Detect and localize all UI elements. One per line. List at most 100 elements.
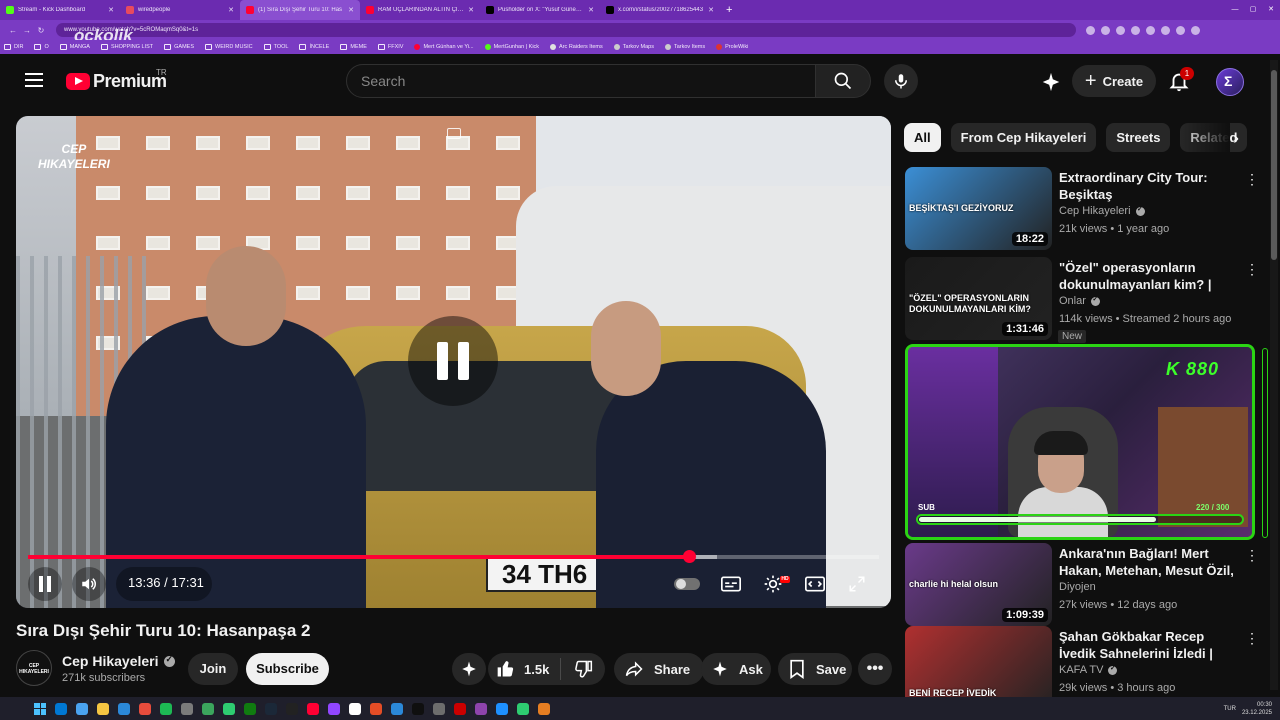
extension-icon[interactable] [1161, 25, 1170, 35]
filter-chip[interactable]: All [904, 123, 941, 152]
bookmark-item[interactable]: Mert Günhan ve Yi... [414, 44, 474, 50]
back-button[interactable]: ← [6, 26, 20, 35]
taskbar-app-icon[interactable] [97, 702, 109, 715]
video-player[interactable]: 34 TH6 CEP HIKAYELERI 13:36 / 17:31 HD [16, 116, 891, 608]
taskbar-app-icon[interactable] [265, 702, 277, 715]
bookmark-item[interactable]: MANGA [59, 44, 90, 50]
bookmark-item[interactable]: FFXIV [377, 44, 403, 50]
bookmark-item[interactable]: WEIRD MUSIC [205, 44, 253, 50]
menu-icon[interactable] [25, 73, 43, 87]
create-button[interactable]: + Create [1072, 65, 1156, 97]
extension-icon[interactable] [1131, 25, 1140, 35]
close-tab-icon[interactable]: ✕ [228, 6, 234, 14]
channel-name[interactable]: Diyojen [1059, 581, 1096, 593]
video-title[interactable]: Ankara'nın Bağları! Mert Hakan, Metehan,… [1059, 545, 1237, 579]
extension-icon[interactable] [1191, 25, 1200, 35]
browser-tab[interactable]: wiredpeople ✕ [120, 0, 240, 20]
progress-bar[interactable] [28, 550, 879, 563]
close-tab-icon[interactable]: ✕ [348, 6, 354, 14]
more-actions-button[interactable]: ••• [858, 653, 892, 685]
bookmark-item[interactable]: MertGunhan | Kick [484, 44, 539, 50]
taskbar-app-icon[interactable] [370, 702, 382, 715]
browser-tab[interactable]: RAM UÇLARINDAN ALTIN ÇIKARM ✕ [360, 0, 480, 20]
channel-name[interactable]: Cep Hikayeleri [1059, 205, 1145, 217]
volume-button[interactable] [72, 567, 106, 601]
ai-sparkle-icon[interactable] [1040, 71, 1062, 98]
subscribe-button[interactable]: Subscribe [246, 653, 329, 685]
close-tab-icon[interactable]: ✕ [708, 6, 714, 14]
pause-button[interactable] [28, 567, 62, 601]
close-tab-icon[interactable]: ✕ [108, 6, 114, 14]
filter-chip[interactable]: From Cep Hikayeleri [950, 123, 1097, 152]
voice-search-button[interactable] [884, 64, 918, 98]
taskbar-app-icon[interactable] [517, 702, 529, 715]
settings-button[interactable] [758, 567, 788, 601]
like-button[interactable]: 1.5k [488, 659, 560, 679]
more-vertical-icon[interactable]: ⋮ [1245, 171, 1259, 188]
more-vertical-icon[interactable]: ⋮ [1245, 261, 1259, 278]
taskbar-app-icon[interactable] [76, 702, 88, 715]
taskbar-app-icon[interactable] [223, 702, 235, 715]
video-thumbnail[interactable]: charlie hi helal olsun 1:09:39 [905, 543, 1052, 626]
youtube-premium-logo[interactable]: Premium TR [66, 68, 167, 92]
taskbar-app-icon[interactable] [244, 702, 256, 715]
taskbar-app-icon[interactable] [307, 702, 319, 715]
scrollbar-thumb[interactable] [1271, 70, 1277, 260]
miniplayer-icon[interactable] [447, 128, 461, 139]
share-button[interactable]: Share [614, 653, 704, 685]
bookmark-item[interactable]: SHOPPING LIST [100, 44, 153, 50]
taskbar-app-icon[interactable] [349, 702, 361, 715]
center-pause-icon[interactable] [408, 316, 498, 406]
taskbar-app-icon[interactable] [328, 702, 340, 715]
extension-icon[interactable] [1086, 25, 1095, 35]
channel-name[interactable]: Cep Hikayeleri [62, 653, 175, 669]
taskbar-app-icon[interactable] [496, 702, 508, 715]
search-input[interactable]: Search [346, 64, 816, 98]
ask-button[interactable]: Ask [701, 653, 771, 685]
taskbar-app-icon[interactable] [286, 702, 298, 715]
close-tab-icon[interactable]: ✕ [588, 6, 594, 14]
browser-tab[interactable]: x.com/i/status/20027718625443 ✕ [600, 0, 720, 20]
taskbar-app-icon[interactable] [454, 702, 466, 715]
recommended-video[interactable]: "ÖZEL" OPERASYONLARIN DOKUNULMAYANLARI K… [905, 257, 1265, 341]
taskbar-app-icon[interactable] [139, 702, 151, 715]
filter-chip[interactable]: Streets [1106, 123, 1171, 152]
channel-name[interactable]: KAFA TV [1059, 664, 1118, 676]
channel-name[interactable]: Onlar [1059, 295, 1100, 307]
close-tab-icon[interactable]: ✕ [468, 6, 474, 14]
close-window-button[interactable]: ✕ [1262, 0, 1280, 20]
channel-name-text[interactable]: Cep Hikayeleri [62, 653, 159, 669]
subtitles-button[interactable] [716, 567, 746, 601]
language-indicator[interactable]: TUR [1224, 706, 1236, 712]
bookmark-item[interactable]: O [34, 44, 49, 50]
more-vertical-icon[interactable]: ⋮ [1245, 547, 1259, 564]
minimize-button[interactable]: — [1226, 0, 1244, 20]
save-button[interactable]: Save [778, 653, 852, 685]
new-tab-button[interactable]: + [726, 4, 732, 16]
taskbar-app-icon[interactable] [55, 702, 67, 715]
browser-tab[interactable]: (1) Sıra Dışı Şehir Turu 10: Has ✕ [240, 0, 360, 20]
taskbar-app-icon[interactable] [433, 702, 445, 715]
theater-mode-button[interactable] [800, 567, 830, 601]
maximize-button[interactable]: ▢ [1244, 0, 1262, 20]
taskbar-app-icon[interactable] [475, 702, 487, 715]
recommended-video[interactable]: BEŞİKTAŞ'I GEZİYORUZ 18:22 Extraordinary C… [905, 167, 1265, 251]
join-button[interactable]: Join [188, 653, 238, 685]
bookmark-item[interactable]: DIR [4, 44, 23, 50]
notifications-button[interactable]: 1 [1168, 67, 1194, 97]
browser-tab[interactable]: Stream - Kick Dashboard ✕ [0, 0, 120, 20]
more-vertical-icon[interactable]: ⋮ [1245, 630, 1259, 647]
bookmark-item[interactable]: Arc Raiders Items [550, 44, 603, 50]
dislike-button[interactable] [561, 659, 605, 679]
bookmark-item[interactable]: Tarkov Items [664, 44, 705, 50]
fullscreen-button[interactable] [842, 567, 872, 601]
bookmark-item[interactable]: MEME [340, 44, 367, 50]
ai-sparkle-button[interactable] [452, 653, 486, 685]
video-title[interactable]: Şahan Gökbakar Recep İvedik Sahnelerini … [1059, 628, 1237, 662]
bookmark-item[interactable]: İNCELE [299, 44, 329, 50]
chip-next-button[interactable]: › [1224, 127, 1248, 151]
taskbar-app-icon[interactable] [118, 702, 130, 715]
channel-avatar[interactable]: CEP HIKAYELERI [16, 650, 52, 686]
extension-icon[interactable] [1146, 25, 1155, 35]
taskbar-app-icon[interactable] [181, 702, 193, 715]
